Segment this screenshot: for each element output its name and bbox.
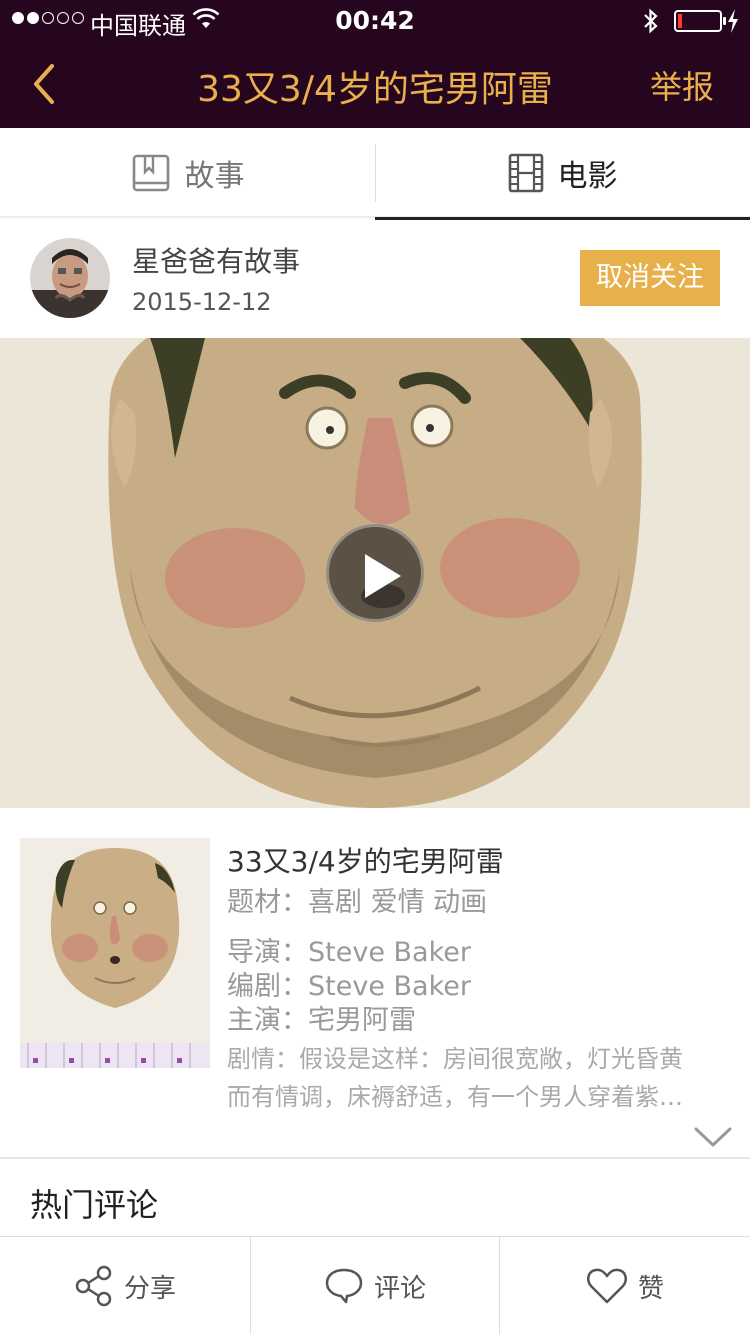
- movie-plot-line: 而有情调，床褥舒适，有一个男人穿着紫…: [227, 1083, 683, 1111]
- movie-plot: 剧情：假设是这样：房间很宽敞，灯光昏黄 而有情调，床褥舒适，有一个男人穿着紫…: [227, 1040, 727, 1116]
- post-date: 2015-12-12: [132, 288, 272, 316]
- tab-movie-label: 电影: [557, 159, 618, 194]
- share-icon: [75, 1265, 112, 1307]
- film-icon: [508, 153, 543, 193]
- like-button[interactable]: 赞: [500, 1237, 750, 1334]
- movie-genre: 题材：喜剧 爱情 动画: [227, 887, 488, 918]
- share-button[interactable]: 分享: [0, 1237, 250, 1334]
- movie-title: 33又3/4岁的宅男阿雷: [227, 845, 504, 878]
- status-bar: 中国联通 00:42: [0, 0, 750, 40]
- bluetooth-icon: [644, 8, 658, 34]
- movie-plot-line: 剧情：假设是这样：房间很宽敞，灯光昏黄: [227, 1045, 683, 1073]
- battery-icon: [674, 10, 726, 32]
- comment-label: 评论: [373, 1273, 426, 1304]
- avatar[interactable]: [30, 238, 110, 318]
- movie-poster[interactable]: [20, 838, 210, 1068]
- author-row: 星爸爸有故事 2015-12-12 取消关注: [0, 218, 750, 338]
- hot-comments-heading: 热门评论: [30, 1186, 159, 1224]
- author-name[interactable]: 星爸爸有故事: [132, 240, 300, 280]
- battery-level: [678, 14, 682, 28]
- tab-bar: 故事 电影: [0, 128, 750, 220]
- poster-image: [20, 838, 210, 1068]
- tab-story-label: 故事: [184, 159, 245, 194]
- bottom-toolbar: 分享 评论 赞: [0, 1236, 750, 1334]
- tab-movie[interactable]: 电影: [375, 128, 750, 220]
- like-label: 赞: [637, 1273, 664, 1304]
- comment-button[interactable]: 评论: [250, 1237, 500, 1334]
- play-button[interactable]: [326, 524, 424, 622]
- screen: 中国联通 00:42 33又3/4岁的宅男阿雷 举报 故事 电影 星爸爸有故事 …: [0, 0, 750, 1334]
- share-label: 分享: [123, 1273, 176, 1304]
- charging-icon: [728, 9, 738, 33]
- status-time: 00:42: [335, 6, 415, 35]
- comment-icon: [325, 1268, 363, 1304]
- movie-cast: 主演：宅男阿雷: [227, 1005, 416, 1036]
- heart-icon: [587, 1268, 627, 1304]
- chevron-down-icon[interactable]: [694, 1126, 732, 1148]
- unfollow-button[interactable]: 取消关注: [580, 250, 720, 306]
- video-player[interactable]: [0, 338, 750, 808]
- section-divider: [0, 1157, 750, 1159]
- top-bar: 中国联通 00:42 33又3/4岁的宅男阿雷 举报: [0, 0, 750, 128]
- book-icon: [132, 154, 169, 192]
- report-button[interactable]: 举报: [650, 62, 714, 108]
- movie-info: 33又3/4岁的宅男阿雷 题材：喜剧 爱情 动画 导演：Steve Baker …: [0, 808, 750, 1158]
- tab-story[interactable]: 故事: [0, 128, 375, 218]
- avatar-image: [30, 238, 110, 318]
- page-title: 33又3/4岁的宅男阿雷: [197, 69, 553, 110]
